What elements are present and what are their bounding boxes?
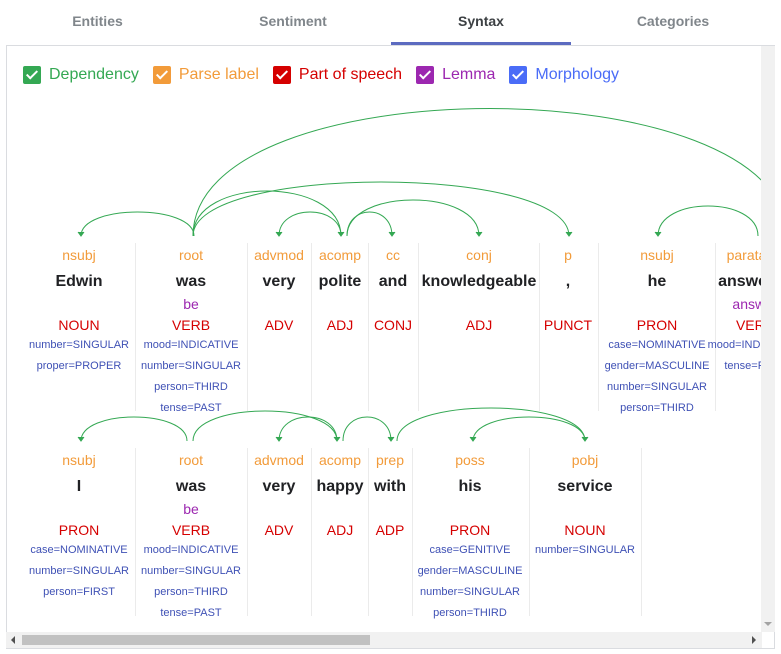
scroll-left-icon[interactable] bbox=[11, 636, 15, 644]
token-column: poss his PRON case=GENITIVE gender=MASCULINE… bbox=[410, 451, 530, 623]
tab-categories[interactable]: Categories bbox=[571, 0, 775, 46]
parse-label: pobj bbox=[571, 452, 599, 468]
part-of-speech: NOUN bbox=[564, 522, 606, 538]
arc-arrowhead bbox=[77, 231, 85, 237]
token-word: service bbox=[557, 478, 613, 495]
part-of-speech: PRON bbox=[58, 522, 100, 538]
dependency-arc bbox=[342, 416, 392, 442]
dependency-arc bbox=[657, 205, 759, 237]
morphology-feature: number=SINGULAR bbox=[535, 544, 635, 556]
dependency-arc bbox=[192, 181, 570, 237]
scrollbar-thumb[interactable] bbox=[22, 635, 370, 645]
morphology-feature: number=SINGULAR bbox=[607, 381, 707, 393]
arc-arrowhead bbox=[77, 436, 85, 442]
tab-sentiment[interactable]: Sentiment bbox=[195, 0, 391, 46]
token-word: Edwin bbox=[55, 273, 103, 290]
morphology-feature: number=SINGULAR bbox=[420, 586, 520, 598]
morphology-feature: person=THIRD bbox=[154, 381, 228, 393]
arc-arrowhead bbox=[388, 231, 396, 237]
morphology-feature: tense=PAST bbox=[160, 402, 222, 414]
scroll-down-icon[interactable] bbox=[764, 622, 772, 626]
morphology-feature: person=THIRD bbox=[620, 402, 694, 414]
parse-label: nsubj bbox=[62, 452, 96, 468]
morphology-feature: person=THIRD bbox=[154, 586, 228, 598]
part-of-speech: PRON bbox=[449, 522, 491, 538]
dependency-arc bbox=[278, 416, 338, 442]
tab-syntax[interactable]: Syntax bbox=[391, 0, 571, 46]
token-lemma bbox=[19, 500, 139, 518]
dependency-arc bbox=[80, 211, 195, 237]
dependency-arc bbox=[278, 211, 342, 237]
token-column: nsubj Edwin NOUN number=SINGULAR proper=PROP… bbox=[19, 246, 139, 376]
arc-arrowhead bbox=[275, 436, 283, 442]
tab-entities[interactable]: Entities bbox=[0, 0, 195, 46]
arc-arrowhead bbox=[469, 436, 477, 442]
token-column: nsubj I PRON case=NOMINATIVE number=SINGULAR… bbox=[19, 451, 139, 602]
arc-arrowhead bbox=[565, 231, 573, 237]
arc-arrowhead bbox=[275, 231, 283, 237]
token-column: pobj service NOUN number=SINGULAR bbox=[525, 451, 645, 560]
token-lemma bbox=[410, 500, 530, 518]
scroll-right-icon[interactable] bbox=[752, 636, 756, 644]
morphology-feature: tense=PAST bbox=[160, 607, 222, 619]
dependency-arc bbox=[346, 199, 480, 237]
token-word: I bbox=[76, 478, 82, 495]
morphology-feature: number=SINGULAR bbox=[141, 360, 241, 372]
part-of-speech: NOUN bbox=[58, 317, 100, 333]
morphology-feature: proper=PROPER bbox=[36, 360, 122, 372]
arc-arrowhead bbox=[387, 436, 395, 442]
dependency-arc bbox=[396, 407, 586, 442]
vertical-scrollbar[interactable] bbox=[761, 46, 775, 632]
syntax-panel: Dependency Parse label Part of speech Le… bbox=[6, 45, 775, 649]
morphology-feature: number=SINGULAR bbox=[29, 339, 129, 351]
token-lemma bbox=[525, 500, 645, 518]
morphology-feature: person=THIRD bbox=[433, 607, 507, 619]
token-lemma bbox=[19, 295, 139, 313]
arc-arrowhead bbox=[333, 436, 341, 442]
parse-label: poss bbox=[455, 452, 485, 468]
morphology-feature: mood=INDICATIVE bbox=[143, 339, 239, 351]
dependency-arc bbox=[80, 416, 188, 442]
morphology-feature: case=GENITIVE bbox=[429, 544, 511, 556]
morphology-feature: mood=INDICATIVE bbox=[143, 544, 239, 556]
arc-arrowhead bbox=[475, 231, 483, 237]
parse-label: nsubj bbox=[62, 247, 96, 263]
horizontal-scrollbar[interactable] bbox=[6, 632, 762, 648]
token-word: his bbox=[458, 478, 482, 495]
dependency-arc bbox=[346, 211, 393, 237]
arc-arrowhead bbox=[337, 231, 345, 237]
dependency-arc bbox=[192, 190, 342, 237]
dependency-arc bbox=[192, 108, 774, 237]
morphology-feature: person=FIRST bbox=[43, 586, 115, 598]
morphology-feature: number=SINGULAR bbox=[29, 565, 129, 577]
tab-bar: Entities Sentiment Syntax Categories bbox=[0, 0, 781, 46]
arc-arrowhead bbox=[654, 231, 662, 237]
morphology-feature: case=NOMINATIVE bbox=[30, 544, 128, 556]
morphology-feature: number=SINGULAR bbox=[141, 565, 241, 577]
morphology-feature: gender=MASCULINE bbox=[417, 565, 523, 577]
